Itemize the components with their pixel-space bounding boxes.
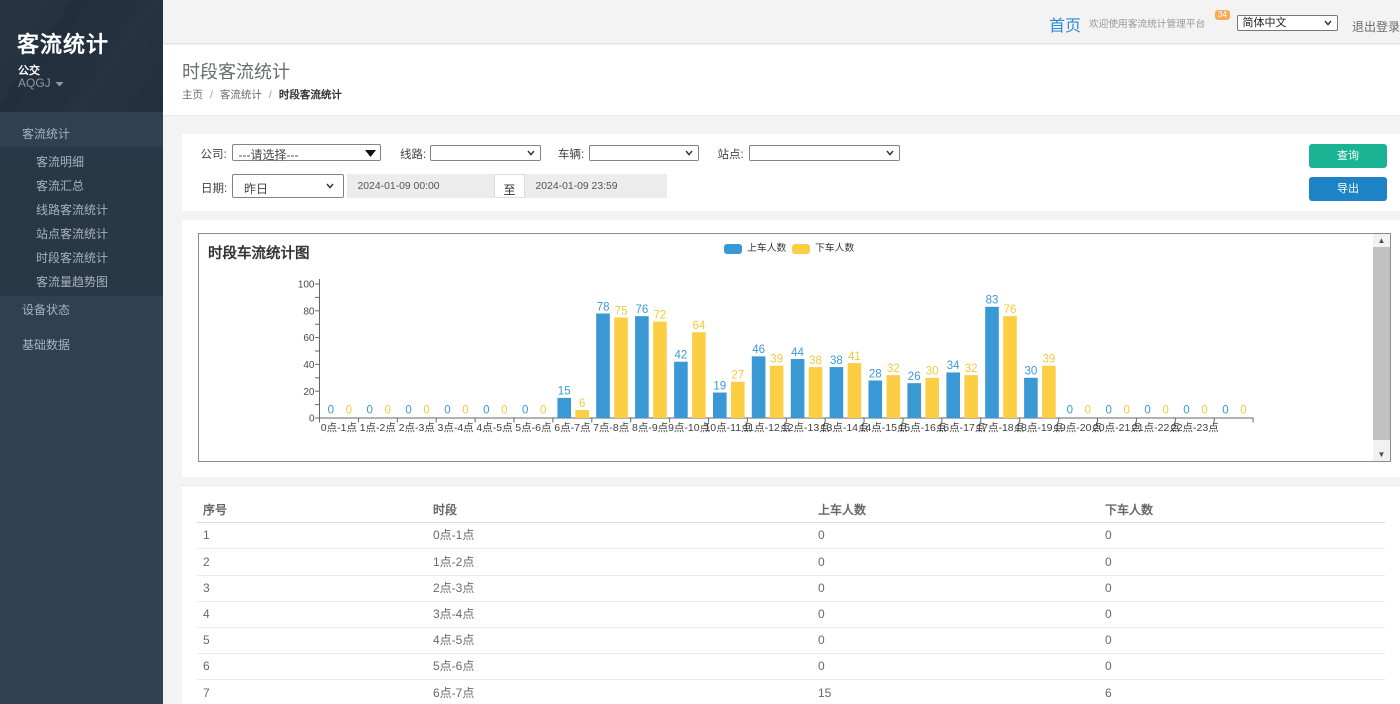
svg-text:20: 20: [303, 387, 315, 398]
svg-text:46: 46: [752, 344, 765, 356]
svg-text:0: 0: [1067, 405, 1073, 417]
svg-text:0: 0: [444, 405, 450, 417]
svg-text:0: 0: [346, 405, 352, 417]
svg-text:39: 39: [770, 354, 783, 366]
svg-text:8点-9点: 8点-9点: [632, 422, 668, 434]
svg-text:75: 75: [615, 305, 628, 317]
svg-text:2点-3点: 2点-3点: [399, 422, 435, 434]
svg-text:64: 64: [693, 320, 706, 332]
svg-text:6点-7点: 6点-7点: [554, 422, 590, 434]
svg-text:60: 60: [303, 333, 315, 344]
svg-text:0: 0: [423, 405, 429, 417]
svg-text:0: 0: [1144, 405, 1150, 417]
svg-text:44: 44: [791, 347, 804, 359]
svg-text:30: 30: [1025, 366, 1038, 378]
svg-text:0: 0: [309, 414, 315, 425]
svg-text:78: 78: [597, 301, 610, 313]
svg-text:0: 0: [522, 405, 528, 417]
svg-text:0: 0: [1222, 405, 1228, 417]
svg-text:30: 30: [926, 366, 939, 378]
svg-text:76: 76: [636, 304, 649, 316]
svg-text:100: 100: [298, 280, 315, 291]
svg-text:5点-6点: 5点-6点: [515, 422, 551, 434]
svg-text:1点-2点: 1点-2点: [360, 422, 396, 434]
svg-text:0: 0: [1201, 405, 1207, 417]
svg-text:32: 32: [887, 363, 900, 375]
svg-text:7点-8点: 7点-8点: [593, 422, 629, 434]
svg-text:15: 15: [558, 386, 571, 398]
svg-text:42: 42: [675, 350, 688, 362]
svg-text:27: 27: [731, 370, 744, 382]
svg-text:80: 80: [303, 306, 315, 317]
svg-text:0: 0: [384, 405, 390, 417]
svg-text:32: 32: [965, 363, 978, 375]
svg-text:83: 83: [986, 295, 999, 307]
svg-text:72: 72: [654, 309, 667, 321]
svg-text:40: 40: [303, 360, 315, 371]
svg-text:0: 0: [501, 405, 507, 417]
svg-text:26: 26: [908, 371, 921, 383]
svg-text:0: 0: [462, 405, 468, 417]
svg-text:0: 0: [1105, 405, 1111, 417]
svg-text:38: 38: [809, 355, 822, 367]
svg-text:19: 19: [713, 380, 726, 392]
svg-text:0点-1点: 0点-1点: [321, 422, 357, 434]
svg-text:28: 28: [869, 368, 882, 380]
svg-text:0: 0: [405, 405, 411, 417]
svg-text:0: 0: [328, 405, 334, 417]
svg-text:0: 0: [1123, 405, 1129, 417]
svg-text:0: 0: [1162, 405, 1168, 417]
svg-text:34: 34: [947, 360, 960, 372]
svg-text:38: 38: [830, 355, 843, 367]
svg-text:0: 0: [1085, 405, 1091, 417]
svg-text:6: 6: [579, 398, 585, 410]
svg-text:0: 0: [366, 405, 372, 417]
svg-text:0: 0: [1240, 405, 1246, 417]
svg-text:76: 76: [1004, 304, 1017, 316]
svg-text:3点-4点: 3点-4点: [438, 422, 474, 434]
svg-text:0: 0: [483, 405, 489, 417]
svg-text:41: 41: [848, 351, 861, 363]
svg-text:0: 0: [540, 405, 546, 417]
svg-text:4点-5点: 4点-5点: [476, 422, 512, 434]
svg-text:0: 0: [1183, 405, 1189, 417]
svg-text:22点-23点: 22点-23点: [1171, 422, 1219, 434]
svg-text:39: 39: [1043, 354, 1056, 366]
